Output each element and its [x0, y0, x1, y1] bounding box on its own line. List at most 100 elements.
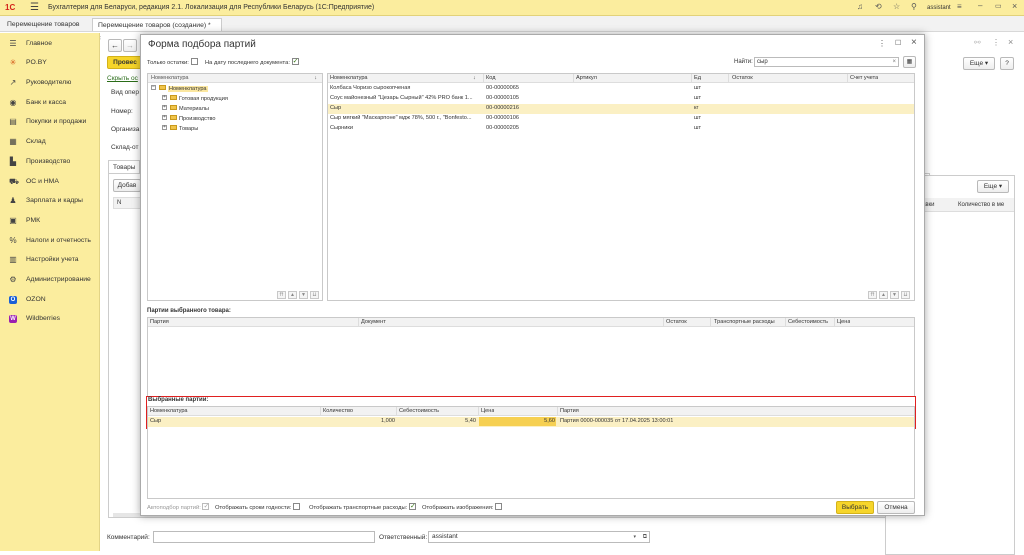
sidebar-item-assets[interactable]: ⛟ ОС и НМА [0, 173, 100, 191]
cancel-button[interactable]: Отмена [877, 501, 915, 514]
more-vert-icon[interactable]: ⋮ [992, 38, 1000, 47]
expand-icon[interactable]: + [162, 125, 167, 131]
items-table-row[interactable]: Сыр 00-00000216 кг [328, 104, 914, 114]
more-button-2[interactable]: Еще ▾ [977, 180, 1009, 193]
close-window-icon[interactable]: × [1012, 1, 1017, 11]
selected-name: Сыр [150, 418, 162, 424]
more-button[interactable]: Еще ▾ [963, 57, 995, 70]
sidebar-item-manager[interactable]: ↗ Руководителю [0, 74, 100, 92]
sidebar-item-taxes[interactable]: % Налоги и отчетность [0, 232, 100, 250]
minimize-icon[interactable]: – [978, 1, 982, 10]
batches-table-panel: Партия Документ Остаток Транспортные рас… [147, 317, 915, 397]
bell-icon[interactable]: ♫ [857, 2, 863, 11]
restore-icon[interactable]: ▭ [995, 2, 1002, 10]
search-settings-button[interactable]: ▦ [903, 56, 916, 68]
col-document: Документ [361, 319, 386, 325]
search-icon[interactable]: ⚲ [911, 2, 917, 11]
expand-icon[interactable]: + [162, 115, 167, 121]
sidebar-item-sales[interactable]: ▤ Покупки и продажи [0, 113, 100, 131]
tab-transfer-list[interactable]: Перемещение товаров × [2, 18, 90, 41]
tree-node-label: Готовая продукция [179, 96, 228, 102]
history-icon[interactable]: ⟲ [875, 2, 882, 11]
select-button[interactable]: Выбрать [836, 501, 874, 514]
expand-icon[interactable]: + [162, 105, 167, 111]
nav-up-icon[interactable]: ▲ [879, 291, 888, 299]
tree-root[interactable]: − Номенклатура [151, 85, 251, 94]
tree-node[interactable]: + Товары [162, 125, 312, 134]
close-doc-icon[interactable]: × [1008, 37, 1013, 47]
only-remains-label: Только остатки: [147, 58, 198, 66]
sidebar-item-rmk[interactable]: ▣ РМК [0, 212, 100, 230]
only-remains-checkbox[interactable] [190, 58, 198, 65]
sidebar-item-admin[interactable]: ⚙ Администрирование [0, 271, 100, 289]
tree-node[interactable]: + Производство [162, 115, 312, 124]
dialog-menu-icon[interactable]: ⋮ [878, 39, 886, 48]
selected-table-row[interactable]: Сыр 1,000 5,40 5,60 Партия 0000-000035 о… [148, 417, 914, 427]
back-button[interactable]: ← [108, 39, 122, 52]
sort-icon[interactable]: ↓ [473, 74, 476, 83]
dialog-close-icon[interactable]: × [911, 37, 917, 48]
open-icon[interactable]: ⧉ [643, 532, 647, 542]
selected-price[interactable]: 5,60 [479, 417, 556, 426]
find-input[interactable]: сыр × [754, 57, 899, 67]
sidebar-item-bank[interactable]: ◉ Банк и касса [0, 94, 100, 112]
sidebar-item-ozon[interactable]: O OZON [0, 291, 100, 309]
settings-menu-icon[interactable]: ≡ [957, 2, 962, 11]
forward-button[interactable]: → [123, 39, 137, 52]
nav-last-icon[interactable]: ⇊ [901, 291, 910, 299]
tree-node[interactable]: + Готовая продукция [162, 95, 312, 104]
hide-link[interactable]: Скрыть ос [107, 75, 138, 82]
nav-first-icon[interactable]: ⇈ [868, 291, 877, 299]
sidebar-item-production[interactable]: ▙ Производство [0, 153, 100, 171]
user-name[interactable]: assistant [927, 0, 951, 16]
dialog-maximize-icon[interactable]: ☐ [895, 39, 901, 47]
item-article [576, 104, 686, 113]
dropdown-icon[interactable]: ▾ [633, 532, 636, 542]
selected-qty: 1,000 [381, 418, 395, 424]
expand-icon[interactable]: + [162, 95, 167, 101]
responsible-input[interactable]: assistant ▾ ⧉ [428, 531, 650, 543]
items-table-panel: Номенклатура ↓ Код Артикул Ед Остаток Сч… [327, 73, 915, 301]
add-button[interactable]: Добав [113, 179, 141, 192]
find-label: Найти: [734, 59, 753, 65]
sidebar-item-poby[interactable]: ✳ PO.BY [0, 54, 100, 72]
sort-icon[interactable]: ↓ [314, 74, 317, 83]
link-icon[interactable]: ⚯ [974, 38, 981, 47]
nav-last-icon[interactable]: ⇊ [310, 291, 319, 299]
tree-node-label: Товары [179, 126, 199, 132]
collapse-icon[interactable]: − [151, 85, 156, 91]
items-table-row[interactable]: Сырники 00-00000205 шт [328, 124, 914, 134]
sidebar-item-settings[interactable]: ▥ Настройки учета [0, 251, 100, 269]
item-name: Сырники [330, 125, 353, 131]
show-images-checkbox[interactable] [495, 503, 503, 510]
show-expiry-checkbox[interactable] [293, 503, 301, 510]
col-price: Цена [837, 319, 851, 325]
help-button[interactable]: ? [1000, 57, 1014, 70]
clear-search-icon[interactable]: × [892, 58, 896, 66]
show-transport-checkbox[interactable]: ✓ [408, 503, 416, 510]
last-doc-date-checkbox[interactable]: ✓ [291, 58, 299, 65]
star-icon[interactable]: ☆ [893, 2, 900, 11]
sidebar-item-warehouse[interactable]: ▦ Склад [0, 133, 100, 151]
sidebar-item-main[interactable]: ☰ Главное [0, 35, 100, 53]
auto-selection-option: Автоподбор партий: ✓ [147, 503, 210, 511]
nav-up-icon[interactable]: ▲ [288, 291, 297, 299]
sidebar-item-salary[interactable]: ♟ Зарплата и кадры [0, 192, 100, 210]
nav-down-icon[interactable]: ▼ [299, 291, 308, 299]
nav-down-icon[interactable]: ▼ [890, 291, 899, 299]
folder-icon [170, 115, 177, 121]
comment-input[interactable] [153, 531, 375, 543]
menu-icon[interactable]: ☰ [30, 2, 40, 14]
items-table-row[interactable]: Колбаса Чоризо сырокопченая 00-00000065 шт [328, 84, 914, 94]
items-table-row[interactable]: Сыр мягкий "Маскарпоне" мдж 78%, 500 г.,… [328, 114, 914, 124]
tree-node[interactable]: + Материалы [162, 105, 312, 114]
tab-goods[interactable]: Товары [108, 160, 140, 174]
item-unit: шт [694, 85, 702, 91]
sidebar-item-wildberries[interactable]: W Wildberries [0, 310, 100, 328]
items-table-row[interactable]: Соус майонезный "Цезарь Сырный" 42% PRO … [328, 94, 914, 104]
tabs-bar: Перемещение товаров × Перемещение товаро… [0, 16, 1024, 42]
nav-first-icon[interactable]: ⇈ [277, 291, 286, 299]
tab-transfer-create[interactable]: Перемещение товаров (создание) * × [92, 18, 222, 42]
post-button[interactable]: Провес [107, 56, 143, 69]
tab-label: Перемещение товаров [7, 21, 80, 28]
